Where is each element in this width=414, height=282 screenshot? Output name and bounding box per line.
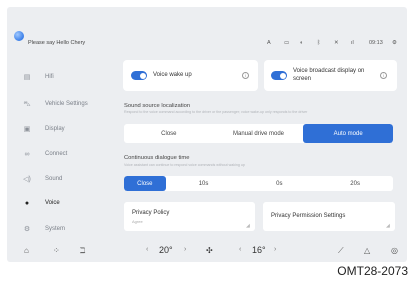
clock: 09:13: [369, 40, 383, 46]
speaker-icon: ◁): [23, 176, 31, 183]
sound-source-option-close[interactable]: Close: [124, 124, 214, 143]
brightness-icon: ◐: [300, 40, 304, 46]
sound-source-title: Sound source localization: [124, 103, 191, 109]
music-icon: ▤: [23, 74, 31, 81]
figure-caption: OMT28-2073: [337, 264, 408, 278]
a-icon: A: [267, 40, 271, 46]
voice-broadcast-toggle[interactable]: [271, 71, 287, 80]
privacy-permission-title: Privacy Permission Settings: [271, 213, 346, 219]
settings-gear-icon[interactable]: ⚙: [392, 40, 397, 46]
sound-source-description: Respond to the voice command according t…: [124, 110, 308, 114]
sound-source-option-auto[interactable]: Auto mode: [303, 124, 393, 143]
assistant-icon[interactable]: ◎: [391, 246, 398, 255]
voice-assistant-icon[interactable]: [14, 31, 24, 41]
apps-icon[interactable]: ⁘: [53, 246, 60, 255]
continuous-option-10s[interactable]: 10s: [166, 176, 242, 191]
seat-icon[interactable]: ℶ: [80, 246, 85, 255]
continuous-dialogue-title: Continuous dialogue time: [124, 155, 190, 161]
mute-icon: ✕: [334, 40, 339, 46]
privacy-policy-status: Agree: [132, 219, 143, 224]
sidebar-item-voice[interactable]: ● Voice: [20, 192, 110, 214]
continuous-option-20s[interactable]: 20s: [317, 176, 393, 191]
triangle-icon[interactable]: △: [364, 246, 370, 255]
voice-wakeup-toggle[interactable]: [131, 71, 147, 80]
signal-icon: ıl: [351, 40, 354, 46]
microphone-icon: ●: [24, 199, 30, 207]
sidebar-item-label: Connect: [45, 151, 68, 157]
sidebar-item-vehicle-settings[interactable]: ⛍ Vehicle Settings: [20, 93, 110, 115]
continuous-option-0s[interactable]: 0s: [241, 176, 317, 191]
home-icon[interactable]: ⌂: [24, 246, 29, 255]
continuous-dialogue-description: Voice assistant can continue to respond …: [124, 163, 245, 167]
right-temp-decrease-icon[interactable]: ‹: [239, 246, 241, 253]
info-icon[interactable]: i: [242, 72, 249, 79]
sidebar-item-sound[interactable]: ◁) Sound: [20, 168, 110, 190]
privacy-policy-card[interactable]: [124, 202, 255, 231]
gear-icon: ⚙: [23, 226, 31, 233]
left-temp-increase-icon[interactable]: ›: [184, 246, 186, 253]
bluetooth-icon: ᛒ: [317, 40, 321, 46]
sound-source-selector: Close Manual drive mode Auto mode: [124, 124, 393, 143]
sidebar-item-connect[interactable]: ∞ Connect: [20, 143, 110, 165]
sidebar-item-label: Display: [45, 126, 65, 132]
sound-source-option-manual[interactable]: Manual drive mode: [214, 124, 304, 143]
continuous-option-close[interactable]: Close: [124, 176, 166, 191]
sidebar-item-label: System: [45, 226, 66, 232]
sidebar-item-display[interactable]: ▣ Display: [20, 118, 110, 140]
link-icon: ∞: [24, 150, 30, 158]
corner-arrow-icon: ◢: [246, 223, 250, 229]
left-temperature: 20°: [159, 245, 173, 255]
voice-prompt: Please say Hello Chery: [28, 40, 86, 46]
privacy-policy-title: Privacy Policy: [132, 210, 170, 216]
sidebar-item-label: Sound: [45, 176, 63, 182]
right-temp-increase-icon[interactable]: ›: [274, 246, 276, 253]
sidebar-item-label: Vehicle Settings: [45, 101, 88, 107]
sidebar-item-system[interactable]: ⚙ System: [20, 218, 110, 240]
continuous-dialogue-selector: Close 10s 0s 20s: [124, 176, 393, 191]
fan-icon[interactable]: ✣: [206, 246, 213, 255]
sidebar-item-label: Voice: [45, 200, 60, 206]
voice-broadcast-label: Voice broadcast display on screen: [293, 68, 365, 82]
corner-arrow-icon: ◢: [386, 223, 390, 229]
display-icon: ▭: [284, 40, 290, 46]
info-icon[interactable]: i: [380, 72, 387, 79]
right-temperature: 16°: [252, 245, 266, 255]
car-icon: ⛍: [23, 100, 31, 108]
display-icon: ▣: [23, 126, 31, 133]
wiper-icon[interactable]: ⟋: [338, 246, 344, 256]
voice-wakeup-label: Voice wake up: [153, 72, 192, 78]
sidebar-item-hifi[interactable]: ▤ Hifi: [20, 66, 110, 88]
left-temp-decrease-icon[interactable]: ‹: [146, 246, 148, 253]
sidebar-item-label: Hifi: [45, 74, 54, 80]
